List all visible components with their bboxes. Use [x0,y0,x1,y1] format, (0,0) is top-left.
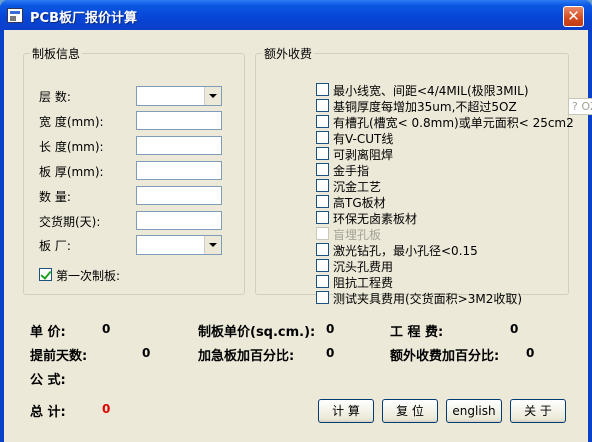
width-label: 宽 度(mm): [39,115,104,129]
total-value: 0 [102,402,111,416]
fee-checkbox[interactable] [316,211,329,224]
lead-days-value: 0 [142,346,151,360]
layers-label: 层 数: [39,90,71,104]
fee-checkbox[interactable] [316,259,329,272]
fee-label: 沉金工艺 [333,180,382,194]
fee-checkbox[interactable] [316,179,329,192]
quantity-label: 数 量: [39,190,71,204]
thickness-label: 板 厚(mm): [39,165,104,179]
fee-label: 有槽孔(槽宽< 0.8mm)或单元面积< 25cm2 [333,116,574,130]
extra-fees-group: 额外收费 最小线宽、间距<4/4MIL(极限3MIL) 基铜厚度每增加35um,… [255,45,592,306]
fee-checkbox[interactable] [316,115,329,128]
formula-label: 公 式: [30,373,66,388]
width-input[interactable] [136,111,222,130]
lead-days-label: 提前天数: [30,349,88,364]
client-area: 制板信息 层 数: 宽 度(mm): 长 度(mm): 板 厚(mm): 数 量… [4,30,592,442]
engineering-fee-label: 工 程 费: [390,325,444,340]
rush-percent-value: 0 [326,346,335,360]
about-button[interactable]: 关 于 [510,399,566,423]
fee-label: 测试夹具费用(交货面积>3M2收取) [333,292,523,306]
unit-price-value: 0 [102,322,111,336]
delivery-input[interactable] [136,211,222,230]
extra-percent-value: 0 [526,346,535,360]
length-label: 长 度(mm): [39,140,104,154]
factory-select[interactable] [136,235,222,255]
fee-checkbox[interactable] [316,275,329,288]
fee-label: 激光钻孔，最小孔径<0.15 [333,244,478,258]
copper-oz-input[interactable]: ? OZ [568,98,592,115]
english-button[interactable]: english [446,399,502,423]
total-label: 总 计: [30,405,66,420]
board-unit-price-value: 0 [326,322,335,336]
app-window: PCB板厂报价计算 ✕ 制板信息 层 数: 宽 度(mm): 长 度(mm): … [0,0,592,442]
fee-label: 可剥离阻焊 [333,148,394,162]
thickness-input[interactable] [136,161,222,180]
fee-label: 盲埋孔板 [333,228,382,242]
extra-percent-label: 额外收费加百分比: [390,349,500,364]
close-button[interactable]: ✕ [563,6,584,27]
fee-checkbox [316,227,329,240]
unit-price-label: 单 价: [30,325,66,340]
first-order-checkbox[interactable] [39,268,52,281]
fee-label: 高TG板材 [333,196,386,210]
fee-label: 沉头孔费用 [333,260,394,274]
title-bar[interactable]: PCB板厂报价计算 ✕ [0,0,592,30]
fee-label: 环保无卤素板材 [333,212,418,226]
chevron-down-icon[interactable] [204,236,221,254]
fee-checkbox[interactable] [316,243,329,256]
quantity-input[interactable] [136,186,222,205]
layers-select[interactable] [136,86,222,106]
fee-checkbox[interactable] [316,83,329,96]
fee-label: 金手指 [333,164,370,178]
fee-checkbox[interactable] [316,147,329,160]
fee-checkbox[interactable] [316,163,329,176]
factory-label: 板 厂: [39,239,71,253]
chevron-down-icon[interactable] [204,87,221,105]
board-info-legend: 制板信息 [32,47,81,61]
engineering-fee-value: 0 [510,322,519,336]
reset-button[interactable]: 复 位 [382,399,438,423]
fee-checkbox[interactable] [316,99,329,112]
fee-checkbox[interactable] [316,195,329,208]
calculate-button[interactable]: 计 算 [318,399,374,423]
fee-label: 最小线宽、间距<4/4MIL(极限3MIL) [333,84,529,98]
first-order-label: 第一次制板: [56,269,121,283]
board-unit-price-label: 制板单价(sq.cm.): [198,325,316,340]
app-icon [7,8,23,23]
length-input[interactable] [136,136,222,155]
rush-percent-label: 加急板加百分比: [198,349,295,364]
fee-label: 阻抗工程费 [333,276,394,290]
window-title: PCB板厂报价计算 [30,11,137,26]
fee-checkbox[interactable] [316,131,329,144]
extra-fees-legend: 额外收费 [264,47,313,61]
delivery-label: 交货期(天): [39,215,101,229]
board-info-group: 制板信息 层 数: 宽 度(mm): 长 度(mm): 板 厚(mm): 数 量… [23,45,245,295]
fee-label: 基铜厚度每增加35um,不超过5OZ [333,100,517,114]
fee-label: 有V-CUT线 [333,132,394,146]
fee-checkbox[interactable] [316,291,329,304]
